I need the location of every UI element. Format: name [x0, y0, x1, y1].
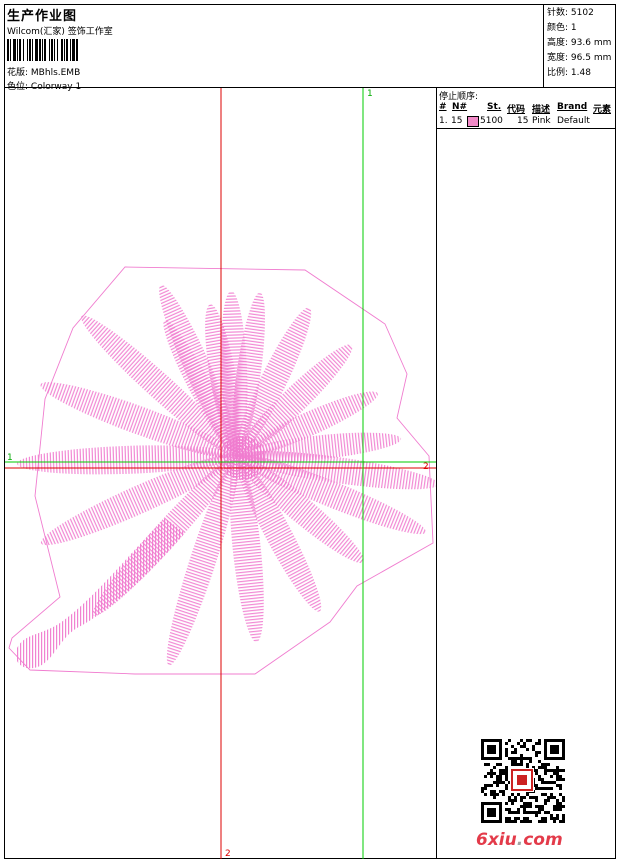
- stop-sequence-title: 停止顺序:: [439, 92, 479, 102]
- header-divider: [543, 5, 544, 87]
- header-info: 生产作业图 Wilcom(汇家) 签饰工作室 花版: MBhls.EMB 色位:…: [5, 5, 543, 92]
- col-element: 元素: [593, 105, 612, 115]
- design-label: 花版:: [7, 68, 29, 78]
- guide-label-h-end: 2: [423, 462, 429, 472]
- design-line: 花版: MBhls.EMB: [7, 65, 80, 78]
- company-name: Wilcom(汇家) 签饰工作室: [7, 27, 113, 37]
- stat-stitches: 针数: 5102: [547, 8, 594, 18]
- stat-scale: 比例: 1.48: [547, 68, 591, 78]
- stat-width: 宽度: 96.5 mm: [547, 53, 612, 63]
- col-description: 描述: [532, 105, 551, 115]
- flower-stem: [15, 518, 185, 669]
- stop-sequence-rule: [437, 128, 616, 129]
- col-index: #: [439, 102, 447, 112]
- col-brand: Brand: [557, 102, 588, 112]
- page-title: 生产作业图: [7, 9, 78, 24]
- barcode: [7, 39, 78, 61]
- col-needle: N#: [452, 102, 468, 112]
- stat-height: 高度: 93.6 mm: [547, 38, 612, 48]
- panel-divider: [436, 88, 437, 859]
- guide-label-v-bottom: 2: [225, 849, 231, 859]
- watermark-logo: 6xiu.com: [476, 830, 563, 850]
- color-swatch: [467, 116, 479, 127]
- guide-label-h-start: 1: [7, 453, 13, 463]
- col-code: 代码: [507, 105, 526, 115]
- design-value: MBhls.EMB: [30, 68, 81, 78]
- col-stitches: St.: [487, 102, 502, 112]
- guide-label-v-top: 1: [367, 89, 373, 99]
- flower-center: [221, 436, 265, 480]
- stop-sequence-panel: 停止顺序: # N# St. 代码 描述 Brand 元素 1. 15 5100…: [437, 88, 616, 129]
- embroidery-preview: 1 2 1 2: [5, 88, 436, 859]
- stats-panel: 针数: 5102 颜色: 1 高度: 93.6 mm 宽度: 96.5 mm 比…: [547, 6, 611, 81]
- stat-colors: 颜色: 1: [547, 23, 577, 33]
- qr-code-icon: [481, 739, 565, 823]
